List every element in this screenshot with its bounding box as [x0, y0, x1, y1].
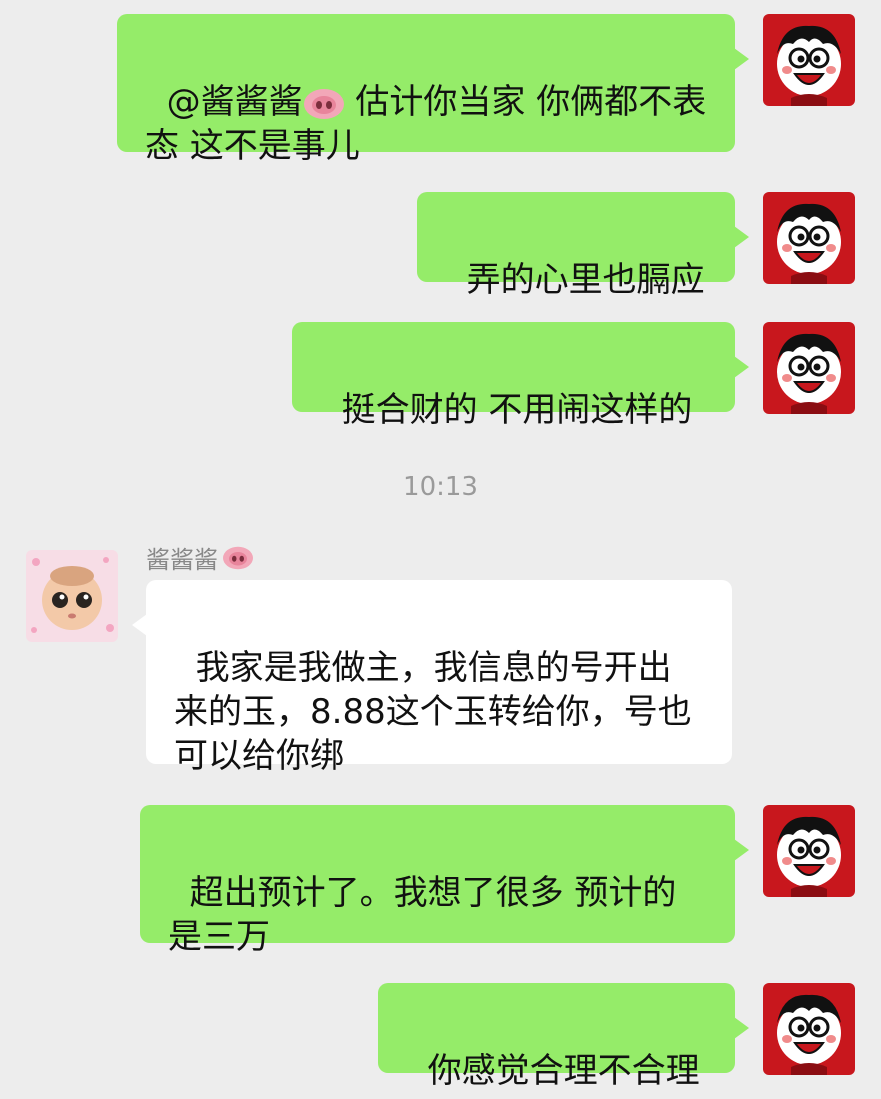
sender-avatar[interactable]	[26, 550, 118, 642]
message-bubble-outgoing[interactable]: 弄的心里也膈应	[417, 192, 749, 300]
cartoon-boy-avatar-icon	[763, 192, 855, 284]
mention-text: @酱酱酱	[166, 82, 303, 122]
message-bubble-incoming[interactable]: 我家是我做主，我信息的号开出来的玉，8.88这个玉转给你，号也可以给你绑	[132, 580, 732, 776]
own-avatar[interactable]	[763, 192, 855, 284]
own-avatar[interactable]	[763, 983, 855, 1075]
own-avatar[interactable]	[763, 805, 855, 897]
cartoon-boy-avatar-icon	[763, 322, 855, 414]
message-bubble-outgoing[interactable]: @酱酱酱 估计你当家 你俩都不表态 这不是事儿	[117, 14, 749, 166]
sender-name: 酱酱酱	[146, 540, 254, 575]
message-text: 挺合财的 不用闹这样的	[341, 390, 693, 430]
message-bubble-outgoing[interactable]: 超出预计了。我想了很多 预计的是三万	[140, 805, 749, 957]
own-avatar[interactable]	[763, 14, 855, 106]
cartoon-boy-avatar-icon	[763, 983, 855, 1075]
cartoon-boy-avatar-icon	[763, 14, 855, 106]
message-text: 弄的心里也膈应	[466, 260, 705, 300]
message-text: 你感觉合理不合理	[427, 1051, 700, 1091]
message-text: 超出预计了。我想了很多 预计的是三万	[168, 873, 677, 957]
sender-name-text: 酱酱酱	[146, 546, 218, 574]
message-timestamp: 10:13	[403, 472, 478, 502]
message-text: 我家是我做主，我信息的号开出来的玉，8.88这个玉转给你，号也可以给你绑	[174, 648, 692, 776]
pig-nose-emoji-icon	[303, 88, 344, 119]
own-avatar[interactable]	[763, 322, 855, 414]
message-bubble-outgoing[interactable]: 你感觉合理不合理	[378, 983, 749, 1091]
message-bubble-outgoing[interactable]: 挺合财的 不用闹这样的	[292, 322, 749, 430]
pig-nose-emoji-icon	[223, 546, 253, 569]
baby-face-avatar-icon	[26, 550, 118, 642]
cartoon-boy-avatar-icon	[763, 805, 855, 897]
